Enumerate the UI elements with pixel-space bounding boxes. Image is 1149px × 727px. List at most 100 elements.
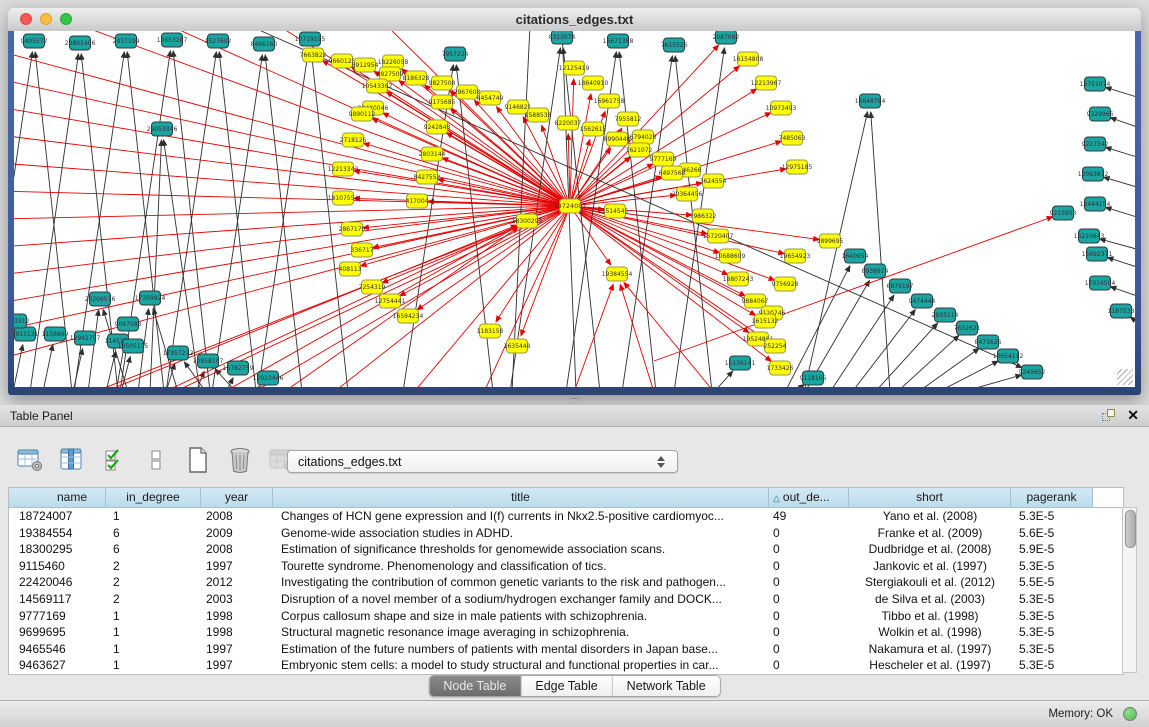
graph-edge <box>1107 257 1135 268</box>
graph-node-label: 2867170 <box>339 226 366 233</box>
memory-status-label: Memory: OK <box>1048 708 1113 720</box>
graph-edge <box>14 51 570 206</box>
graph-node-label: 2803144 <box>419 151 446 158</box>
table-cell: 5.3E-5 <box>1011 657 1093 674</box>
column-header-short[interactable]: short <box>849 488 1011 508</box>
column-header-pagerank[interactable]: pagerank <box>1011 488 1093 508</box>
graph-edge <box>456 65 493 387</box>
table-cell: 6 <box>106 525 201 542</box>
graph-node-label: 9405572 <box>21 38 48 45</box>
graph-node-label: 15751074 <box>1080 81 1111 88</box>
table-cell: 5.3E-5 <box>1011 624 1093 641</box>
column-header-year[interactable]: year <box>201 488 273 508</box>
dropdown-stepper-icon <box>657 456 665 468</box>
column-header-out_de[interactable]: △out_de... <box>769 488 849 508</box>
table-row[interactable]: 1938455462009Genome-wide association stu… <box>9 525 1123 542</box>
close-panel-icon[interactable]: ✕ <box>1127 408 1139 422</box>
table-row[interactable]: 1456911722003Disruption of a novel membe… <box>9 591 1123 608</box>
graph-node-label: 336717 <box>351 247 374 254</box>
graph-node-label: 9827508 <box>429 80 456 87</box>
table-cell: Disruption of a novel member of a sodium… <box>273 591 769 608</box>
table-cell: 1998 <box>201 608 273 625</box>
graph-edge <box>938 361 998 387</box>
graph-node-label: 10719195 <box>295 36 326 43</box>
table-cell: 9465546 <box>9 641 106 658</box>
table-settings-icon <box>16 447 44 473</box>
network-canvas[interactable]: 9405572208914062437199106532871527602846… <box>14 31 1135 387</box>
graph-node-label: 10654112 <box>993 353 1024 360</box>
graph-node-label: 9777169 <box>650 156 677 163</box>
table-cell: Changes of HCN gene expression and I(f) … <box>273 508 769 525</box>
graph-edge <box>166 52 216 387</box>
table-settings-button[interactable] <box>14 445 46 475</box>
graph-edge <box>212 55 262 387</box>
deselect-all-button[interactable] <box>140 445 172 475</box>
column-header-in_degree[interactable]: in_degree <box>106 488 201 508</box>
graph-node-label: 9899695 <box>817 238 844 245</box>
table-cell: 0 <box>769 574 849 591</box>
graph-node-label: 9175685 <box>429 99 456 106</box>
tab-node-table[interactable]: Node Table <box>429 676 521 696</box>
table-cell: Yano et al. (2008) <box>849 508 1011 525</box>
graph-node-label: 20206576 <box>85 296 116 303</box>
table-cell: Corpus callosum shape and size in male p… <box>273 608 769 625</box>
table-scrollbar[interactable] <box>1122 507 1137 673</box>
citation-network-graph[interactable]: 9405572208914062437199106532871527602846… <box>14 31 1135 387</box>
delete-column-button[interactable] <box>224 445 256 475</box>
tab-edge-table[interactable]: Edge Table <box>521 676 612 696</box>
graph-edge <box>852 310 915 387</box>
table-cell: Nakamura et al. (1997) <box>849 641 1011 658</box>
graph-node-label: 17016504 <box>1085 280 1116 287</box>
window-titlebar[interactable]: citations_edges.txt <box>8 8 1141 32</box>
show-column-icon <box>58 447 86 473</box>
table-cell: Wolkin et al. (1998) <box>849 624 1011 641</box>
table-cell: Structural magnetic resonance image aver… <box>273 624 769 641</box>
graph-edge <box>1110 287 1135 297</box>
table-row[interactable]: 969969511998Structural magnetic resonanc… <box>9 624 1123 641</box>
graph-node-label: 9329966 <box>1087 111 1114 118</box>
table-cell: 19384554 <box>9 525 106 542</box>
table-row[interactable]: 2242004622012Investigating the contribut… <box>9 574 1123 591</box>
graph-node-label: 16648784 <box>855 98 886 105</box>
select-all-button[interactable] <box>98 445 130 475</box>
table-row[interactable]: 946554611997Estimation of the future num… <box>9 641 1123 658</box>
table-cell: 18300295 <box>9 541 106 558</box>
table-cell: 2 <box>106 558 201 575</box>
graph-edge <box>14 345 23 387</box>
graph-node-label: 18300295 <box>512 218 543 225</box>
table-row[interactable]: 911546021997Tourette syndrome. Phenomeno… <box>9 558 1123 575</box>
show-column-button[interactable] <box>56 445 88 475</box>
graph-node-label: 2087682 <box>713 34 740 41</box>
graph-node-label: 1621072 <box>626 147 653 154</box>
table-row[interactable]: 977716911998Corpus callosum shape and si… <box>9 608 1123 625</box>
graph-node-label: 8454749 <box>477 95 504 102</box>
graph-node-label: 12093872 <box>1078 171 1109 178</box>
graph-node-label: 12923446 <box>253 375 284 382</box>
table-cell: 1997 <box>201 641 273 658</box>
graph-node-label: 16782759 <box>223 365 254 372</box>
table-scrollbar-thumb[interactable] <box>1125 510 1136 548</box>
graph-node-label: 1635448 <box>504 343 531 350</box>
graph-edge <box>875 323 938 387</box>
table-row[interactable]: 946362711997Embryonic stem cells: a mode… <box>9 657 1123 674</box>
table-cell: 9115460 <box>9 558 106 575</box>
graph-node-label: 10688609 <box>715 253 746 260</box>
graph-node-label: 1733426 <box>767 365 794 372</box>
float-panel-icon[interactable] <box>1102 409 1115 422</box>
table-cell: 5.5E-5 <box>1011 574 1093 591</box>
table-select-dropdown[interactable]: citations_edges.txt <box>287 450 678 473</box>
panel-divider-handle[interactable] <box>571 398 579 404</box>
column-header-name[interactable]: name <box>9 488 106 508</box>
graph-node-label: 15136141 <box>725 360 756 367</box>
node-table: namein_degreeyeartitle△out_de...shortpag… <box>8 487 1124 675</box>
tab-network-table[interactable]: Network Table <box>613 676 720 696</box>
column-header-title[interactable]: title <box>273 488 769 508</box>
new-table-button[interactable] <box>182 445 214 475</box>
canvas-resize-grip[interactable] <box>1117 369 1133 385</box>
table-header-row: namein_degreeyeartitle△out_de...shortpag… <box>9 488 1123 508</box>
table-row[interactable]: 1830029562008Estimation of significance … <box>9 541 1123 558</box>
table-row[interactable]: 1872400712008Changes of HCN gene express… <box>9 508 1123 525</box>
graph-edge <box>451 109 570 206</box>
table-cell: 2003 <box>201 591 273 608</box>
table-cell: 0 <box>769 657 849 674</box>
